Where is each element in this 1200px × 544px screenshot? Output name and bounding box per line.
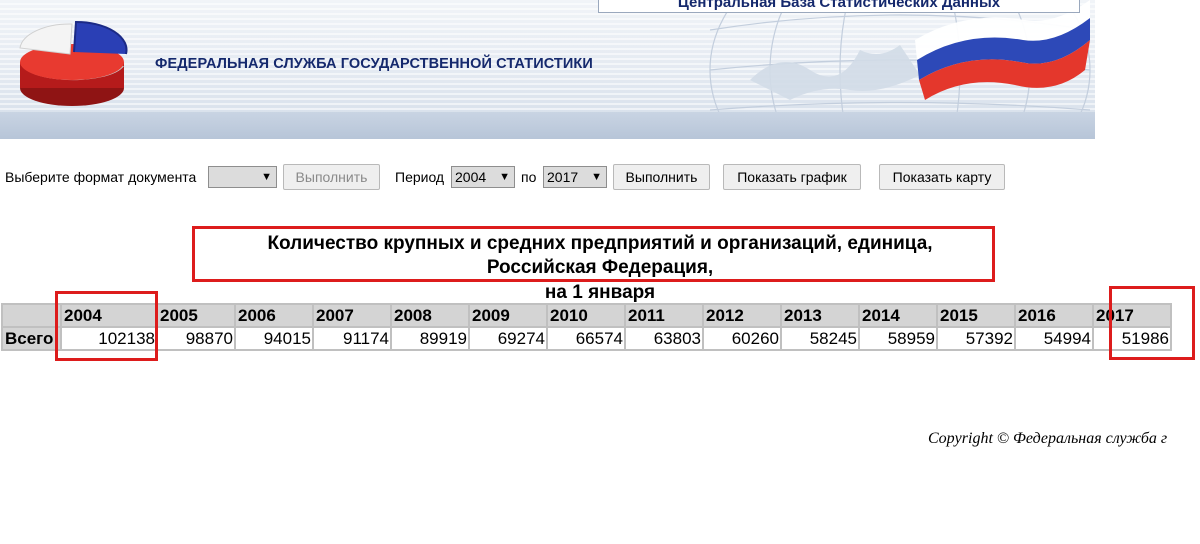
column-2017-highlight-box	[1109, 286, 1195, 360]
title-highlight-box	[192, 226, 995, 282]
chevron-down-icon: ▼	[591, 171, 602, 183]
table-cell: 63803	[626, 328, 702, 349]
table-cell: 69274	[470, 328, 546, 349]
data-table: 2004 2005 2006 2007 2008 2009 2010 2011 …	[1, 303, 1172, 351]
period-to-label: по	[521, 169, 537, 185]
column-header: 2006	[236, 305, 312, 326]
column-header: 2008	[392, 305, 468, 326]
period-from-select[interactable]: 2004 ▼	[451, 166, 515, 188]
table-cell: 66574	[548, 328, 624, 349]
table-header-row: 2004 2005 2006 2007 2008 2009 2010 2011 …	[3, 305, 1170, 326]
show-chart-button[interactable]: Показать график	[723, 164, 861, 190]
column-header: 2016	[1016, 305, 1092, 326]
toolbar: Выберите формат документа ▼ Выполнить Пе…	[0, 164, 1200, 190]
report-title-line3: на 1 января	[544, 282, 656, 303]
table-cell: 58959	[860, 328, 936, 349]
column-header: 2009	[470, 305, 546, 326]
period-to-select[interactable]: 2017 ▼	[543, 166, 607, 188]
show-map-button[interactable]: Показать карту	[879, 164, 1005, 190]
chevron-down-icon: ▼	[499, 171, 510, 183]
column-header: 2011	[626, 305, 702, 326]
table-cell: 60260	[704, 328, 780, 349]
format-select[interactable]: ▼	[208, 166, 277, 188]
agency-title: ФЕДЕРАЛЬНАЯ СЛУЖБА ГОСУДАРСТВЕННОЙ СТАТИ…	[155, 56, 593, 72]
header-banner: Центральная База Статистических Данных Ф…	[0, 0, 1095, 139]
table-cell: 91174	[314, 328, 390, 349]
russian-flag-graphic	[915, 0, 1090, 100]
column-header: 2007	[314, 305, 390, 326]
table-cell: 94015	[236, 328, 312, 349]
column-header: 2005	[158, 305, 234, 326]
table-cell: 57392	[938, 328, 1014, 349]
column-2004-highlight-box	[55, 291, 158, 361]
column-header: 2014	[860, 305, 936, 326]
column-header: 2010	[548, 305, 624, 326]
execute-button[interactable]: Выполнить	[613, 164, 710, 190]
column-header: 2013	[782, 305, 858, 326]
table-cell: 58245	[782, 328, 858, 349]
banner-bottom-band	[0, 112, 1095, 139]
chevron-down-icon: ▼	[261, 171, 272, 183]
copyright-text: Copyright © Федеральная служба г	[928, 430, 1168, 447]
table-cell: 89919	[392, 328, 468, 349]
row-header: Всего	[3, 328, 60, 349]
table-row: Всего 102138 98870 94015 91174 89919 692…	[3, 328, 1170, 349]
execute-format-button[interactable]: Выполнить	[283, 164, 380, 190]
site-title-box: Центральная База Статистических Данных	[598, 0, 1080, 13]
column-header: 2012	[704, 305, 780, 326]
table-cell: 98870	[158, 328, 234, 349]
period-from-value: 2004	[455, 169, 487, 185]
period-to-value: 2017	[547, 169, 579, 185]
column-header: 2015	[938, 305, 1014, 326]
table-corner-cell	[3, 305, 60, 326]
site-title: Центральная База Статистических Данных	[677, 0, 1001, 11]
pie-chart-logo	[19, 20, 128, 106]
format-label: Выберите формат документа	[5, 169, 197, 185]
period-label: Период	[395, 169, 445, 185]
table-cell: 54994	[1016, 328, 1092, 349]
